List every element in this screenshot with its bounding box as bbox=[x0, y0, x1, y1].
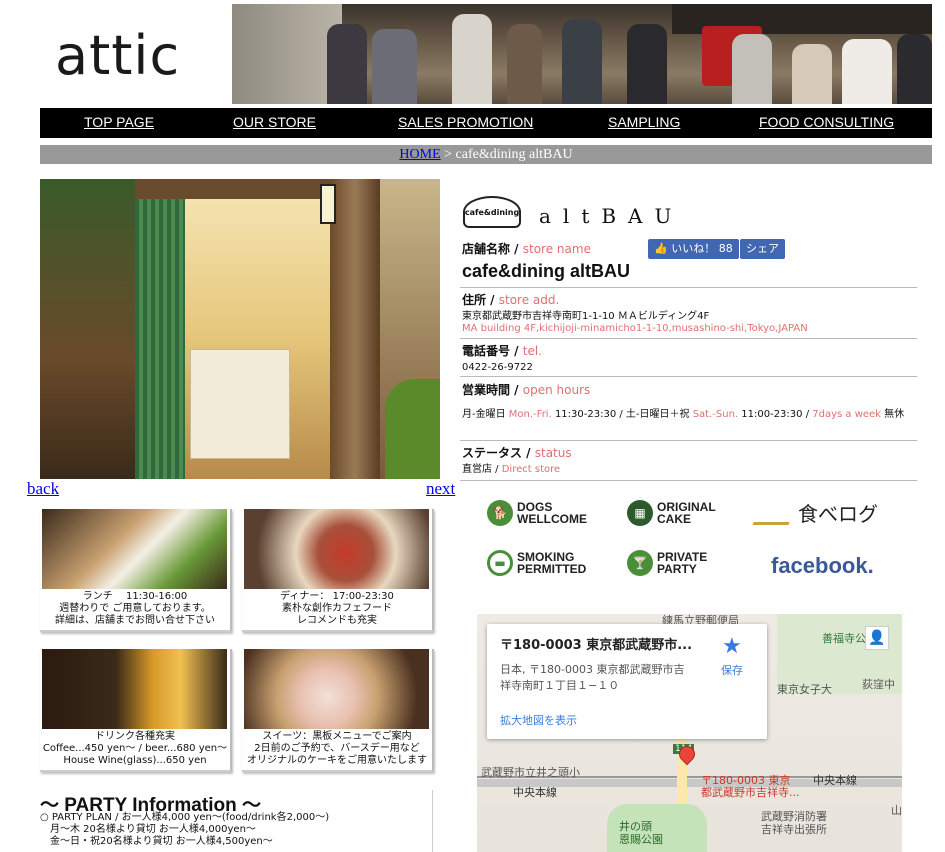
cake-icon: ▦ bbox=[627, 500, 653, 526]
map-label-fire-station: 武蔵野消防署 吉祥寺出張所 bbox=[761, 810, 827, 836]
nav-top-page[interactable]: TOP PAGE bbox=[84, 114, 154, 130]
nav-sampling[interactable]: SAMPLING bbox=[608, 114, 680, 130]
divider bbox=[460, 440, 917, 441]
facebook-share-button[interactable]: シェア bbox=[740, 239, 785, 259]
feature-smoking-permitted: ▬ SMOKING PERMITTED bbox=[487, 550, 586, 576]
map-label-ogikubo: 荻窪中 bbox=[862, 678, 895, 691]
menu-card-sweets: スイーツ：黒板メニューでご案内 2日前のご予約で、バースデー用など オリジナルの… bbox=[242, 649, 434, 772]
brand-badge: cafe&dining bbox=[463, 196, 521, 228]
brand-wordmark: altBAU bbox=[539, 204, 684, 228]
dinner-photo bbox=[244, 509, 429, 589]
map-label-tokyo-womens-univ: 東京女子大 bbox=[777, 683, 832, 696]
hours-value: 月-金曜日 Mon.-Fri. 11:30-23:30 / 土-日曜日＋祝 Sa… bbox=[462, 409, 905, 420]
divider bbox=[460, 338, 917, 339]
map-info-popup: 〒180-0003 東京都武蔵野市... 日本, 〒180-0003 東京都武蔵… bbox=[487, 624, 767, 739]
popup-address: 日本, 〒180-0003 東京都武蔵野市吉 祥寺南町１丁目１−１０ bbox=[500, 663, 685, 692]
store-photo bbox=[40, 179, 440, 479]
facebook-like-button[interactable]: 👍 いいね！ 88 bbox=[648, 239, 739, 259]
feature-private-party: 🍸 PRIVATE PARTY bbox=[627, 550, 707, 576]
store-brand-logo: cafe&dining altBAU bbox=[463, 196, 703, 232]
card-caption: ドリンク各種充実 Coffee...450 yen〜 / beer...680 … bbox=[42, 731, 228, 766]
breadcrumb-current: > cafe&dining altBAU bbox=[440, 147, 573, 162]
menu-card-drink: ドリンク各種充実 Coffee...450 yen〜 / beer...680 … bbox=[40, 649, 232, 772]
drink-photo bbox=[42, 649, 227, 729]
save-star-icon[interactable]: ★ bbox=[722, 634, 742, 659]
tel-value[interactable]: 0422-26-9722 bbox=[462, 361, 533, 374]
nav-sales-promotion[interactable]: SALES PROMOTION bbox=[398, 114, 533, 130]
popup-enlarge-link[interactable]: 拡大地図を表示 bbox=[500, 712, 577, 728]
name-label: 店舗名称 / store name bbox=[462, 242, 591, 256]
nav-our-store[interactable]: OUR STORE bbox=[233, 114, 316, 130]
dog-icon: 🐕 bbox=[487, 500, 513, 526]
cocktail-icon: 🍸 bbox=[627, 550, 653, 576]
page: attic TOP PAGE OUR STORE SALES PROMOTION… bbox=[0, 0, 945, 852]
divider bbox=[432, 790, 433, 852]
store-name: cafe&dining altBAU bbox=[462, 261, 631, 281]
sweets-photo bbox=[244, 649, 429, 729]
card-caption: スイーツ：黒板メニューでご案内 2日前のご予約で、バースデー用など オリジナルの… bbox=[247, 731, 427, 766]
feature-dogs-welcome: 🐕 DOGS WELLCOME bbox=[487, 500, 587, 526]
map-label-zenpukuji: 善福寺公 bbox=[822, 632, 866, 645]
address-label: 住所 / store add. bbox=[462, 293, 560, 307]
menu-card-dinner: ディナー： 17:00-23:30 素朴な創作カフェフード レコメンドも充実 bbox=[242, 509, 434, 632]
address-en: MA building 4F,kichijoji-minamicho1-1-10… bbox=[462, 323, 808, 334]
card-caption: ランチ 11:30-16:00 週替わりで ご用意しております。 詳細は、店舗ま… bbox=[55, 591, 215, 626]
facebook-link[interactable]: facebook. bbox=[771, 553, 874, 579]
map-label-chuo-line-right: 中央本線 bbox=[813, 774, 857, 787]
menu-card-lunch: ランチ 11:30-16:00 週替わりで ご用意しております。 詳細は、店舗ま… bbox=[40, 509, 232, 632]
map-label-mountain: 山 bbox=[891, 804, 902, 817]
feature-original-cake: ▦ ORIGINAL CAKE bbox=[627, 500, 716, 526]
breadcrumb-home-link[interactable]: HOME bbox=[399, 147, 440, 162]
save-label[interactable]: 保存 bbox=[721, 662, 743, 678]
card-caption: ディナー： 17:00-23:30 素朴な創作カフェフード レコメンドも充実 bbox=[280, 591, 394, 626]
lunch-photo bbox=[42, 509, 227, 589]
tabelog-icon bbox=[752, 500, 800, 525]
map-label-chuo-line-left: 中央本線 bbox=[513, 786, 557, 799]
map-label-inokashira-park: 井の頭 恩賜公園 bbox=[619, 820, 663, 846]
hours-label: 営業時間 / open hours bbox=[462, 383, 591, 397]
map-label-address: 〒180-0003 東京 都武蔵野市吉祥寺... bbox=[701, 774, 800, 799]
breadcrumb: HOME > cafe&dining altBAU bbox=[40, 145, 932, 164]
divider bbox=[460, 287, 917, 288]
divider bbox=[460, 480, 917, 481]
gallery-next-link[interactable]: next bbox=[426, 479, 455, 499]
tel-label: 電話番号 / tel. bbox=[462, 344, 542, 358]
site-logo[interactable]: attic bbox=[55, 24, 180, 87]
party-text: ○ PARTY PLAN / お一人様4,000 yen〜(food/drink… bbox=[40, 812, 330, 847]
map-label-school: 武蔵野市立井之頭小 bbox=[481, 766, 580, 779]
nav-food-consulting[interactable]: FOOD CONSULTING bbox=[759, 114, 894, 130]
popup-title: 〒180-0003 東京都武蔵野市... bbox=[500, 638, 693, 653]
status-value: 直営店 / Direct store bbox=[462, 464, 561, 475]
google-map[interactable]: 練馬立野郵便局 善福寺公 東京女子大 荻窪中 中央本線 中央本線 武蔵野市立井之… bbox=[477, 614, 902, 852]
gallery-back-link[interactable]: back bbox=[27, 479, 59, 499]
tabelog-link[interactable]: 食べログ bbox=[752, 498, 878, 527]
divider bbox=[460, 376, 917, 377]
main-nav: TOP PAGE OUR STORE SALES PROMOTION SAMPL… bbox=[40, 108, 932, 138]
thumbs-up-icon: 👍 bbox=[654, 242, 672, 255]
status-label: ステータス / status bbox=[462, 446, 572, 460]
smoking-icon: ▬ bbox=[487, 550, 513, 576]
header-banner-image bbox=[232, 4, 932, 104]
pegman-icon[interactable]: 👤 bbox=[865, 626, 889, 650]
